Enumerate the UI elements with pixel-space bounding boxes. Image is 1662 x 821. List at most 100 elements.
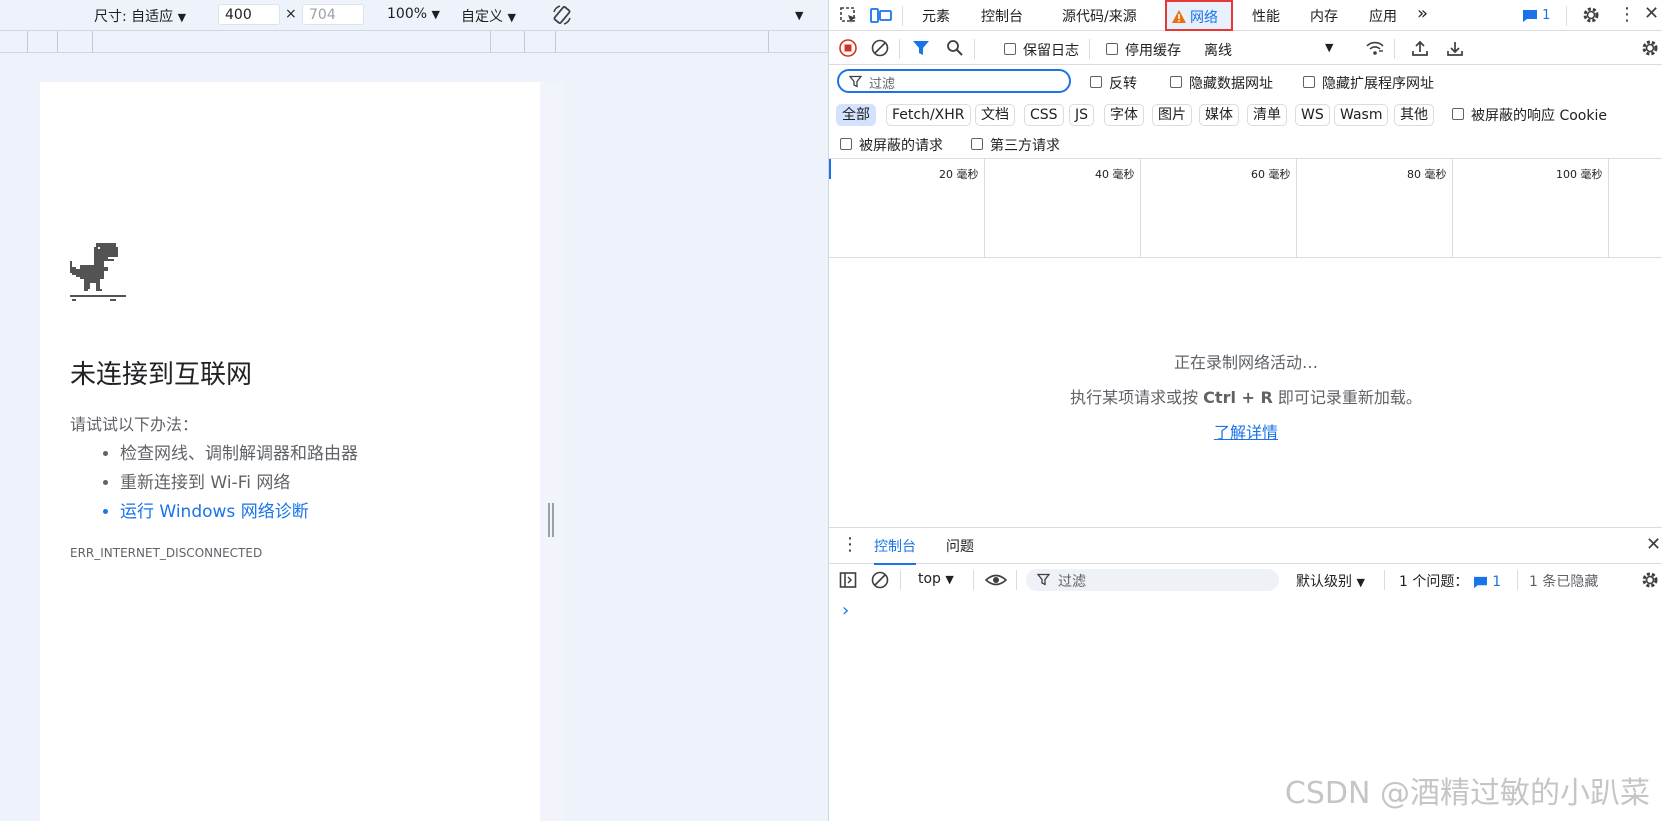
recording-text: 正在录制网络活动… (1173, 353, 1318, 372)
network-overview-timeline[interactable]: 20 毫秒 40 毫秒 60 毫秒 80 毫秒 100 毫秒 (829, 158, 1662, 258)
context-value: top (918, 571, 941, 587)
tab-performance[interactable]: 性能 (1252, 6, 1280, 26)
chevron-down-icon[interactable]: ▼ (1325, 41, 1333, 54)
type-filter-js[interactable]: JS (1069, 104, 1095, 126)
type-filter-document[interactable]: 文档 (975, 104, 1015, 126)
separator (900, 570, 901, 590)
width-input[interactable]: 400 (218, 4, 280, 25)
suggestion-item: 重新连接到 Wi-Fi 网络 (120, 469, 358, 498)
zoom-dropdown[interactable]: 100% ▼ (387, 6, 440, 22)
device-emulation-pane: 尺寸: 自适应 ▼ 400 × 704 100% ▼ 自定义 ▼ ▼ 未连接到互… (0, 0, 828, 821)
drawer-tab-issues[interactable]: 问题 (946, 536, 974, 556)
ruler-tick (27, 31, 28, 53)
type-filter-all[interactable]: 全部 (836, 104, 876, 126)
separator (899, 39, 900, 59)
inspect-element-icon[interactable] (839, 6, 859, 26)
suggestions-intro: 请试试以下办法： (70, 415, 199, 434)
network-conditions-wifi-icon[interactable] (1365, 39, 1385, 57)
timeline-gridline (1452, 159, 1453, 257)
tab-memory[interactable]: 内存 (1310, 6, 1338, 26)
tab-network[interactable]: 网络 (1165, 0, 1233, 31)
clear-icon[interactable] (871, 39, 889, 57)
export-har-download-icon[interactable] (1446, 39, 1464, 57)
media-query-ruler[interactable] (0, 30, 828, 53)
ruler-tick (555, 31, 556, 53)
message-icon (1523, 9, 1537, 22)
log-level-dropdown[interactable]: 默认级别 ▼ (1296, 571, 1365, 591)
issues-count: 1 (1542, 8, 1551, 23)
drawer-close-icon[interactable]: ✕ (1646, 534, 1661, 555)
invert-checkbox[interactable] (1090, 76, 1102, 88)
throttling-select[interactable]: 离线 (1204, 40, 1232, 60)
separator (1566, 6, 1567, 26)
tab-sources[interactable]: 源代码/来源 (1062, 6, 1137, 26)
clear-console-icon[interactable] (871, 571, 889, 589)
issues-button[interactable]: 1 个问题： 1 (1399, 571, 1501, 591)
close-icon[interactable]: ✕ (1644, 3, 1659, 24)
import-har-upload-icon[interactable] (1411, 39, 1429, 57)
dinosaur-icon[interactable] (70, 243, 126, 301)
console-prompt[interactable]: › (842, 600, 849, 621)
ruler-tick (768, 31, 769, 53)
context-selector[interactable]: top ▼ (918, 571, 954, 587)
type-filter-wasm[interactable]: Wasm (1334, 104, 1389, 126)
tab-elements[interactable]: 元素 (922, 6, 950, 26)
ruler-tick (57, 31, 58, 53)
hide-extension-urls-checkbox[interactable] (1303, 76, 1315, 88)
dimensions-dropdown[interactable]: 尺寸: 自适应 ▼ (94, 6, 186, 26)
network-settings-gear-icon[interactable] (1640, 38, 1660, 58)
ruler-tick (92, 31, 93, 53)
filter-placeholder: 过滤 (869, 77, 896, 92)
learn-more-link[interactable]: 了解详情 (1214, 423, 1278, 442)
suggestion-item: 检查网线、调制解调器和路由器 (120, 440, 358, 469)
dimensions-label: 尺寸: 自适应 (94, 9, 174, 25)
settings-gear-icon[interactable] (1581, 5, 1601, 25)
hide-data-urls-checkbox[interactable] (1170, 76, 1182, 88)
console-filter-placeholder: 过滤 (1058, 574, 1086, 590)
filter-input[interactable]: 过滤 (837, 69, 1071, 93)
third-party-checkbox[interactable] (971, 138, 983, 150)
network-toolbar: 保留日志 停用缓存 离线 ▼ (829, 32, 1662, 65)
resize-handle[interactable] (548, 503, 554, 537)
type-filter-manifest[interactable]: 清单 (1247, 104, 1287, 126)
preserve-log-label: 保留日志 (1023, 43, 1079, 59)
error-code: ERR_INTERNET_DISCONNECTED (70, 546, 263, 560)
sidebar-toggle-icon[interactable] (839, 571, 857, 589)
height-input[interactable]: 704 (302, 4, 364, 25)
type-filter-ws[interactable]: WS (1295, 104, 1330, 126)
more-vert-icon[interactable]: ⋮ (1618, 4, 1636, 25)
issues-badge[interactable]: 1 (1522, 8, 1550, 23)
filter-icon[interactable] (912, 39, 930, 57)
type-filter-image[interactable]: 图片 (1152, 104, 1192, 126)
hidden-count: 1 条已隐藏 (1529, 574, 1599, 590)
invert-label: 反转 (1109, 76, 1137, 92)
rotate-icon[interactable] (551, 4, 573, 26)
search-icon[interactable] (946, 39, 964, 57)
timeline-handle[interactable] (829, 159, 831, 179)
type-filter-other[interactable]: 其他 (1394, 104, 1434, 126)
drawer-menu-icon[interactable]: ⋮ (841, 534, 859, 555)
more-options-chevron-icon[interactable]: ▼ (795, 9, 803, 22)
console-settings-gear-icon[interactable] (1640, 570, 1660, 590)
type-filter-media[interactable]: 媒体 (1199, 104, 1239, 126)
console-filter-input[interactable]: 过滤 (1026, 569, 1279, 591)
more-tabs-icon[interactable]: » (1417, 3, 1428, 24)
blocked-cookies-checkbox[interactable] (1452, 108, 1464, 120)
tab-application[interactable]: 应用 (1369, 6, 1397, 26)
network-diagnostics-link[interactable]: 运行 Windows 网络诊断 (120, 498, 358, 527)
reload-shortcut: Ctrl + R (1203, 388, 1273, 407)
timeline-label: 60 毫秒 (1251, 168, 1291, 181)
record-stop-icon[interactable] (839, 39, 857, 57)
blocked-requests-checkbox[interactable] (840, 138, 852, 150)
device-toolbar-icon[interactable] (870, 6, 892, 26)
drawer-tab-console[interactable]: 控制台 (874, 536, 916, 565)
disable-cache-checkbox[interactable] (1106, 43, 1118, 55)
tab-console[interactable]: 控制台 (981, 6, 1023, 26)
reload-hint-pre: 执行某项请求或按 (1070, 388, 1204, 407)
type-filter-font[interactable]: 字体 (1104, 104, 1144, 126)
preserve-log-checkbox[interactable] (1004, 43, 1016, 55)
type-filter-css[interactable]: CSS (1024, 104, 1064, 126)
type-filter-fetch-xhr[interactable]: Fetch/XHR (886, 104, 971, 126)
live-expression-eye-icon[interactable] (985, 571, 1007, 589)
throttle-dropdown[interactable]: 自定义 ▼ (461, 6, 516, 26)
